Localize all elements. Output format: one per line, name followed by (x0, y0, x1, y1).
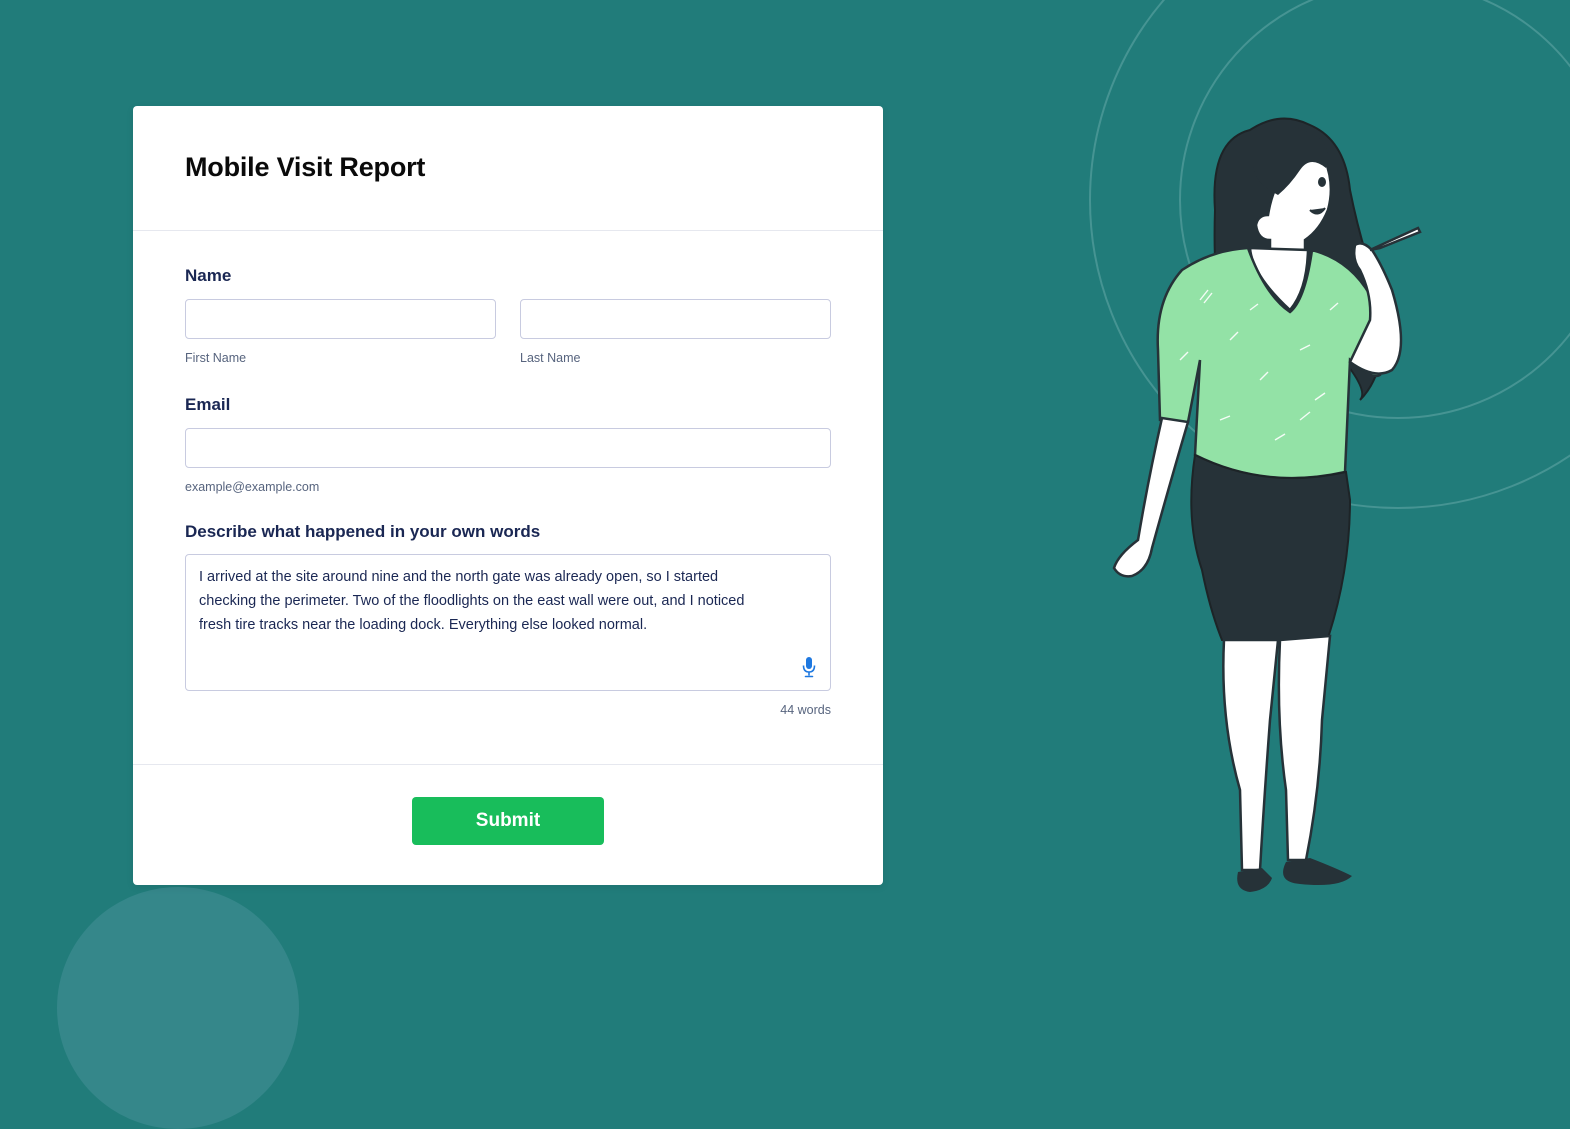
email-label: Email (185, 395, 231, 414)
form-card: Mobile Visit Report Name First Name Last… (133, 106, 883, 885)
form-footer: Submit (133, 764, 883, 884)
email-sublabel: example@example.com (185, 480, 320, 494)
last-name-sublabel: Last Name (520, 351, 581, 365)
microphone-icon[interactable] (801, 656, 817, 678)
description-label: Describe what happened in your own words (185, 522, 541, 541)
first-name-sublabel: First Name (185, 351, 247, 365)
background-circle (57, 887, 299, 1129)
form-header: Mobile Visit Report (133, 106, 883, 231)
name-label: Name (185, 266, 232, 285)
woman-speaking-illustration (1112, 117, 1422, 892)
submit-button[interactable]: Submit (412, 797, 604, 845)
word-count: 44 words (780, 703, 831, 717)
description-field: I arrived at the site around nine and th… (185, 554, 831, 691)
last-name-input[interactable] (520, 299, 831, 339)
form-body: Name First Name Last Name Email example@… (133, 231, 883, 764)
email-input[interactable] (185, 428, 831, 468)
form-title: Mobile Visit Report (185, 152, 426, 182)
description-textarea[interactable]: I arrived at the site around nine and th… (186, 555, 830, 690)
first-name-input[interactable] (185, 299, 496, 339)
